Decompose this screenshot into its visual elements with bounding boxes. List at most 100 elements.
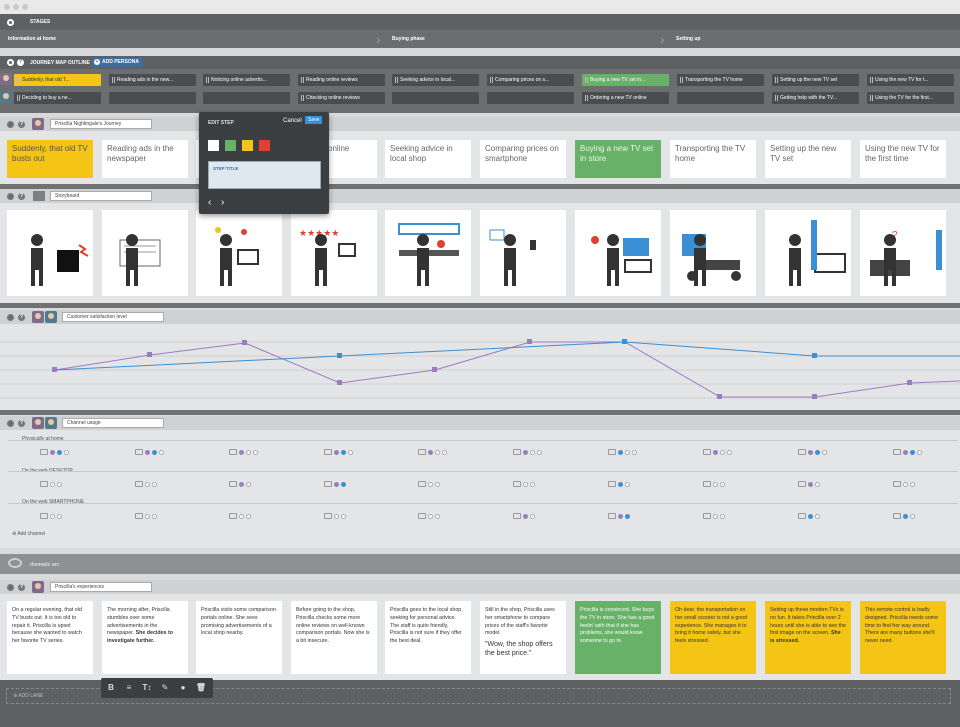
list-button[interactable]: ≡ — [121, 680, 137, 696]
channel-usage-cell[interactable] — [893, 513, 915, 519]
outline-step-chip[interactable]: Comparing prices on s... — [487, 74, 574, 86]
lane-settings-icon[interactable] — [7, 314, 14, 321]
channel-usage-cell[interactable] — [798, 481, 820, 487]
lane-settings-icon[interactable] — [7, 193, 14, 200]
add-channel-button[interactable]: ⊕ Add channel — [12, 531, 45, 537]
experience-card[interactable]: On a regular evening, that old TV busts … — [7, 601, 93, 674]
journey-step-card[interactable]: Comparing prices on smartphone — [480, 140, 566, 178]
experience-card[interactable]: Oh dear, the transportation on her small… — [670, 601, 756, 674]
lane-help-icon[interactable]: ? — [18, 193, 25, 200]
journey-step-card[interactable]: Using the new TV for the first time — [860, 140, 946, 178]
lane-help-icon[interactable]: ? — [18, 314, 25, 321]
minimize-window-icon[interactable] — [13, 4, 19, 10]
channel-usage-cell[interactable] — [513, 513, 535, 519]
channel-lane-title-input[interactable]: Channel usage — [62, 418, 164, 428]
color-swatch-red[interactable] — [259, 140, 270, 151]
experience-card[interactable]: This remote control is badly designed. P… — [860, 601, 946, 674]
satisfaction-lane-title-input[interactable]: Customer satisfaction level — [62, 312, 164, 322]
color-swatch-green[interactable] — [225, 140, 236, 151]
outline-step-chip[interactable]: Ordering a new TV online — [582, 92, 669, 104]
lane-help-icon[interactable]: ? — [18, 584, 25, 591]
outline-step-chip[interactable]: Seeking advice in local... — [392, 74, 479, 86]
channel-usage-cell[interactable] — [418, 513, 440, 519]
maximize-window-icon[interactable] — [22, 4, 28, 10]
channel-usage-cell[interactable] — [229, 481, 251, 487]
channel-usage-cell[interactable] — [703, 481, 725, 487]
channel-usage-cell[interactable] — [40, 513, 62, 519]
channel-usage-cell[interactable] — [135, 513, 157, 519]
channel-usage-cell[interactable] — [418, 481, 440, 487]
outline-step-chip[interactable]: Using the TV for the first... — [867, 92, 954, 104]
stage-setting-up[interactable]: Setting up — [676, 36, 700, 42]
outline-step-chip[interactable] — [487, 92, 574, 104]
lane-settings-icon[interactable] — [7, 420, 14, 427]
experience-card[interactable]: Priscilla is convinced. She buys the TV … — [575, 601, 661, 674]
channel-usage-cell[interactable] — [418, 449, 447, 455]
persona-avatar[interactable] — [0, 91, 12, 103]
color-swatch-white[interactable] — [208, 140, 219, 151]
outline-step-chip[interactable]: Transporting the TV home — [677, 74, 764, 86]
close-window-icon[interactable] — [4, 4, 10, 10]
hidden-eye-icon[interactable] — [8, 558, 22, 568]
storyboard-lane-title-input[interactable]: Storyboard — [50, 191, 152, 201]
experience-card[interactable]: Before going to the shop, Priscilla chec… — [291, 601, 377, 674]
step-title-field[interactable]: STEP TITLE — [208, 161, 321, 189]
channel-usage-cell[interactable] — [608, 449, 637, 455]
channel-usage-cell[interactable] — [324, 449, 353, 455]
color-drop-button[interactable]: ● — [175, 680, 191, 696]
journey-lane-title-input[interactable]: Priscilla Nightingale's Journey — [50, 119, 152, 129]
journey-step-card[interactable]: Suddenly, that old TV busts out — [7, 140, 93, 178]
outline-settings-icon[interactable] — [7, 59, 14, 66]
channel-usage-cell[interactable] — [608, 481, 630, 487]
channel-usage-cell[interactable] — [135, 449, 164, 455]
channel-usage-cell[interactable] — [40, 449, 69, 455]
experiences-lane-title-input[interactable]: Priscilla's experiences — [50, 582, 152, 592]
outline-step-chip[interactable]: Buying a new TV set in... — [582, 74, 669, 86]
stage-buying-phase[interactable]: Buying phase — [392, 36, 425, 42]
save-button[interactable]: Save — [305, 116, 323, 124]
journey-step-card[interactable]: Reading ads in the newspaper — [102, 140, 188, 178]
channel-usage-cell[interactable] — [798, 449, 827, 455]
channel-usage-cell[interactable] — [513, 449, 542, 455]
journey-step-card[interactable]: Transporting the TV home — [670, 140, 756, 178]
next-step-arrow-icon[interactable]: › — [221, 198, 224, 208]
outline-step-chip[interactable]: Reading ads in the new... — [109, 74, 196, 86]
channel-usage-cell[interactable] — [893, 481, 915, 487]
channel-usage-cell[interactable] — [135, 481, 157, 487]
journey-step-card[interactable]: Buying a new TV set in store — [575, 140, 661, 178]
experience-card[interactable]: Setting up these modern TVs is no fun. I… — [765, 601, 851, 674]
journey-step-card[interactable]: Setting up the new TV set — [765, 140, 851, 178]
channel-usage-cell[interactable] — [703, 449, 732, 455]
channel-usage-cell[interactable] — [324, 481, 346, 487]
outline-step-chip[interactable]: Noticing online advertis... — [203, 74, 290, 86]
outline-step-chip[interactable]: Using the new TV for t... — [867, 74, 954, 86]
color-swatch-yellow[interactable] — [242, 140, 253, 151]
cancel-button[interactable]: Cancel — [283, 118, 302, 124]
channel-usage-cell[interactable] — [229, 449, 258, 455]
outline-help-icon[interactable]: ? — [17, 59, 24, 66]
experience-card[interactable]: Priscilla visits some comparison portals… — [196, 601, 282, 674]
lane-help-icon[interactable]: ? — [18, 420, 25, 427]
brush-button[interactable]: ✎ — [157, 680, 173, 696]
persona-avatar[interactable] — [0, 73, 12, 85]
outline-step-chip[interactable]: Getting help with the TV... — [772, 92, 859, 104]
outline-step-chip[interactable] — [109, 92, 196, 104]
channel-usage-cell[interactable] — [513, 481, 535, 487]
stage-information-at-home[interactable]: Information at home — [8, 36, 56, 42]
lane-help-icon[interactable]: ? — [18, 121, 25, 128]
lane-settings-icon[interactable] — [7, 121, 14, 128]
channel-usage-cell[interactable] — [703, 513, 725, 519]
outline-step-chip[interactable]: Setting up the new TV set — [772, 74, 859, 86]
outline-step-chip[interactable]: Suddenly, that old T... — [14, 74, 101, 86]
channel-usage-cell[interactable] — [893, 449, 922, 455]
add-persona-button[interactable]: + ADD PERSONA — [92, 58, 143, 67]
channel-usage-cell[interactable] — [229, 513, 251, 519]
prev-step-arrow-icon[interactable]: ‹ — [208, 198, 211, 208]
channel-usage-cell[interactable] — [40, 481, 62, 487]
text-size-button[interactable]: T↕ — [139, 680, 155, 696]
outline-step-chip[interactable] — [677, 92, 764, 104]
experience-card[interactable]: The morning after, Priscilla stumbles ov… — [102, 601, 188, 674]
experience-card[interactable]: Priscilla goes to the local shop, seekin… — [385, 601, 471, 674]
lane-settings-icon[interactable] — [7, 584, 14, 591]
outline-step-chip[interactable] — [392, 92, 479, 104]
